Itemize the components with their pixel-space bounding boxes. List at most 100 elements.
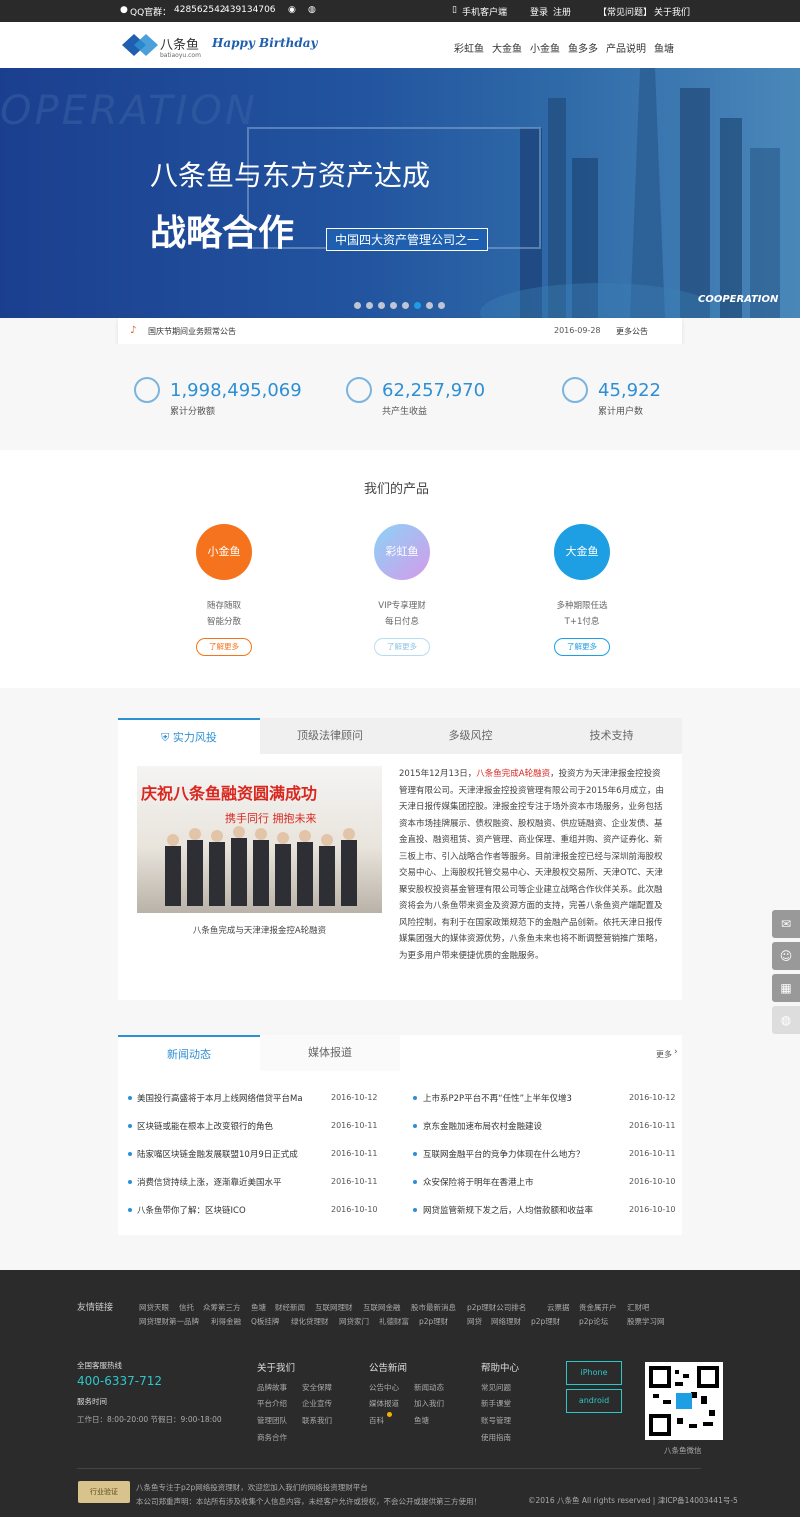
carousel-dot[interactable] [414,302,421,309]
friend-link[interactable]: 礼德财富 [379,1316,409,1327]
news-item-title[interactable]: 互联网金融平台的竞争力体现在什么地方？ [423,1148,585,1160]
logo-icon[interactable] [120,32,160,58]
android-app-button[interactable]: android [566,1389,622,1413]
footer-link[interactable]: 企业宣传 [302,1398,332,1409]
footer-link[interactable]: 新闻动态 [414,1382,444,1393]
footer-link[interactable]: 账号管理 [481,1415,511,1426]
footer-link[interactable]: 商务合作 [257,1432,287,1443]
nav-item-yuduoduo[interactable]: 鱼多多 [568,40,598,55]
footer-link[interactable]: 品牌故事 [257,1382,287,1393]
friend-link[interactable]: 绿化贷理财 [291,1316,329,1327]
news-item-title[interactable]: 网贷监管新规下发之后，人均借款额和收益率 [423,1204,593,1216]
footer-link[interactable]: 管理团队 [257,1415,287,1426]
logo-text[interactable]: 八条鱼 [160,34,199,53]
wechat-side-icon[interactable]: ◍ [772,1006,800,1034]
carousel-dot[interactable] [426,302,433,309]
friend-link[interactable]: Q板挂牌 [251,1316,279,1327]
friend-link[interactable]: 贵金属开户 [579,1302,617,1313]
carousel-dot[interactable] [402,302,409,309]
tab-venture[interactable]: ⛨ 实力风投 [118,718,260,754]
footer-link[interactable]: 新手课堂 [481,1398,511,1409]
friend-link[interactable]: 互联网理财 [315,1302,353,1313]
footer-link[interactable]: 百科 [369,1415,384,1426]
footer-link[interactable]: 媒体报道 [369,1398,399,1409]
qq-number-1[interactable]: 428562542 [174,5,226,15]
about-link[interactable]: 关于我们 [654,5,690,18]
tab-news[interactable]: 新闻动态 [118,1035,260,1071]
chat-icon[interactable]: ✉ [772,910,800,938]
friend-link[interactable]: 网贷天眼 [139,1302,169,1313]
industry-verified-badge[interactable]: 行业验证 [78,1481,130,1503]
friend-link[interactable]: p2p理财 [419,1316,448,1327]
login-link[interactable]: 登录 [530,5,548,18]
tab-media[interactable]: 媒体报道 [260,1035,400,1071]
friend-link[interactable]: 信托 [179,1302,194,1313]
hero-banner[interactable]: OPERATION 八条鱼与东方资产达成 战略合作 中国四大资产管理公司之一 C… [0,68,800,318]
tab-tech-support[interactable]: 技术支持 [541,718,682,754]
friend-link[interactable]: 互联网金融 [363,1302,401,1313]
carousel-dot[interactable] [366,302,373,309]
friend-link[interactable]: 网贷家门 [339,1316,369,1327]
news-item-title[interactable]: 众安保险将于明年在香港上市 [423,1176,534,1188]
footer-link[interactable]: 鱼塘 [414,1415,429,1426]
qq-service-icon[interactable]: ☺ [772,942,800,970]
friend-link[interactable]: 股票学习网 [627,1316,665,1327]
nav-item-yutang[interactable]: 鱼塘 [654,40,674,55]
more-notices-link[interactable]: 更多公告 [616,326,648,337]
product-caihongyu-more-button[interactable]: 了解更多 [374,638,430,656]
news-item-title[interactable]: 区块链或能在根本上改变银行的角色 [137,1120,273,1132]
product-xiaojinyu-circle[interactable]: 小金鱼 [196,524,252,580]
product-xiaojinyu-more-button[interactable]: 了解更多 [196,638,252,656]
friend-link[interactable]: 网络理财 [491,1316,521,1327]
carousel-dot[interactable] [378,302,385,309]
news-item-title[interactable]: 美国投行高盛将于本月上线网络借贷平台Ma [137,1092,303,1104]
product-dajinyu-circle[interactable]: 大金鱼 [554,524,610,580]
nav-item-xiaojinyu[interactable]: 小金鱼 [530,40,560,55]
footer-link[interactable]: 平台介绍 [257,1398,287,1409]
friend-link[interactable]: 汇财吧 [627,1302,650,1313]
friend-link[interactable]: p2p论坛 [579,1316,608,1327]
qq-number-2[interactable]: 439134706 [224,5,276,15]
calculator-icon[interactable]: ▦ [772,974,800,1002]
news-item-title[interactable]: 京东金融加速布局农村金融建设 [423,1120,542,1132]
weibo-icon[interactable]: ◉ [288,5,296,15]
footer-link[interactable]: 联系我们 [302,1415,332,1426]
notice-text[interactable]: 国庆节期间业务照常公告 [148,326,236,337]
carousel-dot[interactable] [390,302,397,309]
tab-risk-control[interactable]: 多级风控 [400,718,541,754]
friend-link[interactable]: 云票据 [547,1302,570,1313]
news-item-title[interactable]: 陆家嘴区块链金融发展联盟10月9日正式成 [137,1148,298,1160]
carousel-dot[interactable] [354,302,361,309]
nav-item-product-info[interactable]: 产品说明 [606,40,646,55]
news-item-title[interactable]: 八条鱼带你了解：区块链ICO [137,1204,246,1216]
friend-link[interactable]: 众筹第三方 [203,1302,241,1313]
footer-link[interactable]: 常见问题 [481,1382,511,1393]
chevron-right-icon[interactable]: › [674,1047,678,1057]
footer-link[interactable]: 加入我们 [414,1398,444,1409]
footer-link[interactable]: 使用指南 [481,1432,511,1443]
footer-link[interactable]: 安全保障 [302,1382,332,1393]
friend-link[interactable]: 股市最新消息 [411,1302,456,1313]
news-more-link[interactable]: 更多 [656,1049,672,1060]
product-dajinyu-more-button[interactable]: 了解更多 [554,638,610,656]
friend-link[interactable]: 利得金融 [211,1316,241,1327]
nav-item-dajinyu[interactable]: 大金鱼 [492,40,522,55]
friend-link[interactable]: 财经新闻 [275,1302,305,1313]
faq-link[interactable]: 【常见问题】 [598,5,652,18]
register-link[interactable]: 注册 [553,5,571,18]
wechat-icon[interactable]: ◍ [308,5,316,15]
carousel-dot[interactable] [438,302,445,309]
tab-legal[interactable]: 顶级法律顾问 [260,718,400,754]
friend-link[interactable]: p2p理财公司排名 [467,1302,526,1313]
nav-item-caihongyu[interactable]: 彩虹鱼 [454,40,484,55]
product-caihongyu-circle[interactable]: 彩虹鱼 [374,524,430,580]
friend-link[interactable]: 鱼塘 [251,1302,266,1313]
mobile-client-link[interactable]: 手机客户端 [462,5,507,18]
iphone-app-button[interactable]: iPhone [566,1361,622,1385]
friend-link[interactable]: 网贷 [467,1316,482,1327]
news-item-title[interactable]: 上市系P2P平台不再“任性”上半年仅增3 [423,1092,572,1104]
footer-link[interactable]: 公告中心 [369,1382,399,1393]
hotline-number[interactable]: 400-6337-712 [77,1374,162,1388]
para-highlight-link[interactable]: 八条鱼完成A轮融资 [476,769,550,779]
friend-link[interactable]: 网贷理财第一品牌 [139,1316,199,1327]
